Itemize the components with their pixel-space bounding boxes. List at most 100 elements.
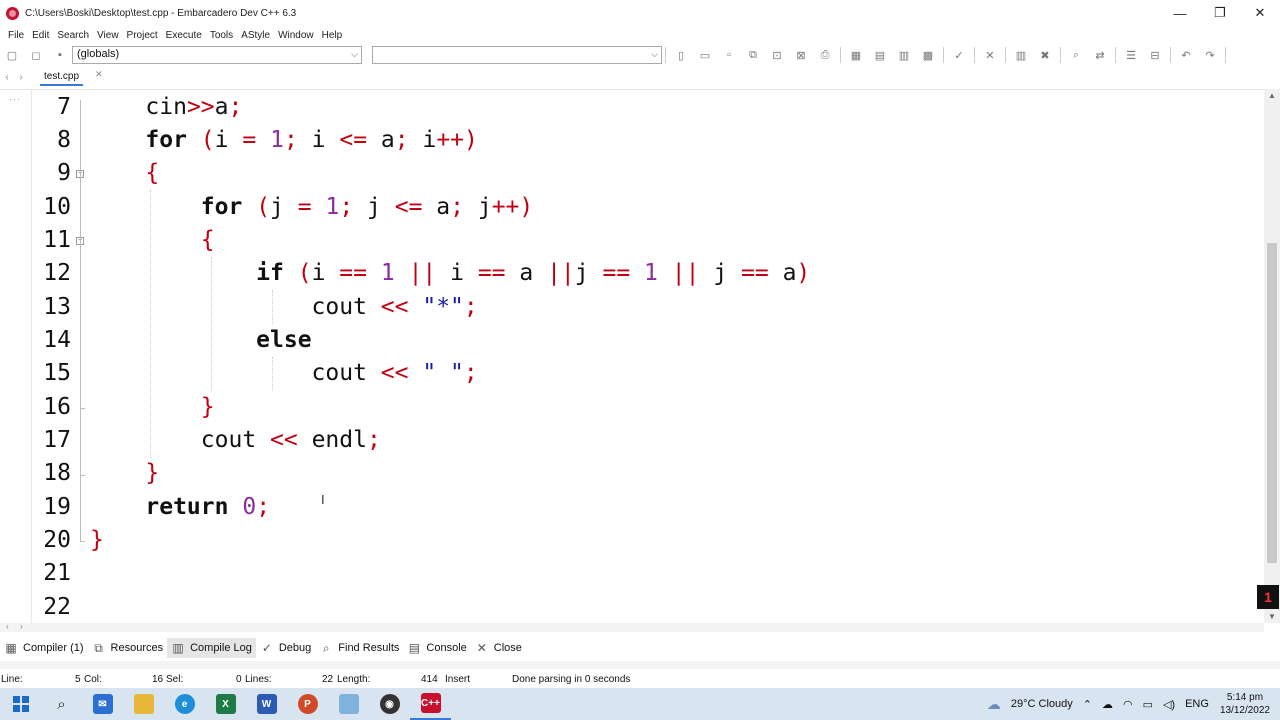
minimize-button[interactable]: — <box>1160 0 1200 26</box>
indent-icon[interactable]: ☰ <box>1123 47 1139 63</box>
project-options-icon[interactable]: ▩ <box>920 47 936 63</box>
tab-debug[interactable]: ✓ Debug <box>256 638 315 658</box>
save-all-icon[interactable]: ⧉ <box>745 47 761 63</box>
start-button[interactable] <box>0 688 41 720</box>
excel-icon: X <box>215 694 236 714</box>
tab-close-icon[interactable]: ✕ <box>95 69 103 80</box>
menu-project[interactable]: Project <box>123 30 162 41</box>
taskbar-chrome[interactable]: ◉ <box>369 688 410 720</box>
stop-icon[interactable]: ✕ <box>982 47 998 63</box>
powerpoint-icon: P <box>297 694 318 714</box>
chrome-icon: ◉ <box>379 694 400 714</box>
scrollbar-thumb[interactable] <box>1267 243 1277 563</box>
tab-compiler[interactable]: ▦ Compiler (1) <box>0 638 88 658</box>
close-all-icon[interactable]: ⊠ <box>793 47 809 63</box>
tab-label: Debug <box>278 642 312 654</box>
delete-profile-icon[interactable]: ✖ <box>1037 47 1053 63</box>
windows-logo-icon <box>12 696 29 712</box>
scope-combo[interactable]: (globals) ⌵ <box>72 46 362 64</box>
dots-icon: ··· <box>9 94 21 104</box>
window-title: C:\Users\Boski\Desktop\test.cpp - Embarc… <box>25 7 297 19</box>
taskbar-excel[interactable]: X <box>205 688 246 720</box>
folder-icon <box>133 694 154 714</box>
taskbar-search[interactable]: ⌕ <box>41 688 82 720</box>
bookmark-toggle-icon[interactable]: ▪ <box>52 47 68 63</box>
taskbar-devcpp[interactable]: C++ <box>410 688 451 720</box>
volume-icon[interactable]: ◁) <box>1163 698 1175 711</box>
restore-button[interactable]: ❐ <box>1200 0 1240 26</box>
status-sel-label: Sel: <box>166 674 184 685</box>
menu-tools[interactable]: Tools <box>206 30 237 41</box>
menu-file[interactable]: File <box>4 30 28 41</box>
tab-compile-log[interactable]: ▥ Compile Log <box>167 638 256 658</box>
menu-help[interactable]: Help <box>318 30 347 41</box>
code-line: if (i == 1 || i == a ||j == 1 || j == a) <box>256 260 811 286</box>
toolbar-separator <box>665 47 666 63</box>
taskbar-notepad[interactable] <box>328 688 369 720</box>
wifi-icon[interactable]: ◠ <box>1123 698 1133 711</box>
menu-view[interactable]: View <box>93 30 123 41</box>
function-combo[interactable]: ⌵ <box>372 46 662 64</box>
new-project-grid-icon[interactable]: ▦ <box>848 47 864 63</box>
tab-find-results[interactable]: ⌕ Find Results <box>315 638 403 658</box>
menu-execute[interactable]: Execute <box>162 30 206 41</box>
clock[interactable]: 5:14 pm 13/12/2022 <box>1220 691 1270 717</box>
onedrive-icon[interactable]: ☁ <box>1102 698 1113 711</box>
vertical-scrollbar[interactable]: ▲ ▼ <box>1264 89 1280 623</box>
status-bar: Line: 5 Col: 16 Sel: 0 Lines: 22 Length:… <box>0 672 1280 688</box>
close-file-icon[interactable]: ⊡ <box>769 47 785 63</box>
edge-icon: e <box>174 694 195 714</box>
status-message: Done parsing in 0 seconds <box>512 674 631 685</box>
word-icon: W <box>256 694 277 714</box>
chevron-up-icon[interactable]: ⌃ <box>1083 698 1092 711</box>
new-project-icon[interactable]: ▢ <box>4 47 20 63</box>
menu-search[interactable]: Search <box>53 30 93 41</box>
redo-icon[interactable]: ↷ <box>1202 47 1218 63</box>
tab-console[interactable]: ▤ Console <box>403 638 470 658</box>
menu-astyle[interactable]: AStyle <box>237 30 274 41</box>
taskbar-edge[interactable]: e <box>164 688 205 720</box>
chevron-right-icon[interactable]: › <box>14 72 28 83</box>
save-icon[interactable]: ▫ <box>721 47 737 63</box>
chart-icon[interactable]: ▥ <box>1013 47 1029 63</box>
open-folder-icon[interactable]: ▭ <box>697 47 713 63</box>
code-line: return 0; <box>145 494 271 520</box>
bookmark-icon[interactable]: ◻ <box>28 47 44 63</box>
battery-icon[interactable]: ▭ <box>1143 698 1153 711</box>
language-indicator[interactable]: ENG <box>1185 698 1209 710</box>
code-editor[interactable]: ··· 7 8 9 10 11 12 13 14 15 16 17 18 19 … <box>0 89 1264 623</box>
tab-resources[interactable]: ⧉ Resources <box>88 638 168 658</box>
chevron-left-icon[interactable]: ‹ <box>0 72 14 83</box>
scroll-left-icon[interactable]: ‹ <box>6 622 9 631</box>
menu-window[interactable]: Window <box>274 30 318 41</box>
check-syntax-icon[interactable]: ✓ <box>951 47 967 63</box>
taskbar-powerpoint[interactable]: P <box>287 688 328 720</box>
taskbar-mail[interactable]: ✉ <box>82 688 123 720</box>
scroll-up-icon[interactable]: ▲ <box>1268 91 1276 100</box>
close-window-button[interactable]: ✕ <box>1240 0 1280 26</box>
fold-line <box>80 100 81 541</box>
toolbar-separator <box>1115 47 1116 63</box>
menu-edit[interactable]: Edit <box>28 30 53 41</box>
scroll-right-icon[interactable]: › <box>20 622 23 631</box>
undo-icon[interactable]: ↶ <box>1178 47 1194 63</box>
weather-text[interactable]: 29°C Cloudy <box>1011 698 1073 710</box>
print-icon[interactable]: ⎙ <box>817 47 833 63</box>
menu-bar: File Edit Search View Project Execute To… <box>0 27 346 43</box>
tab-close[interactable]: ✕ Close <box>471 638 526 658</box>
toolbar-separator <box>1170 47 1171 63</box>
class-browser-icon[interactable]: ▥ <box>896 47 912 63</box>
taskbar-explorer[interactable] <box>123 688 164 720</box>
horizontal-scrollbar[interactable]: ‹ › <box>0 622 1264 632</box>
panel-splitter[interactable] <box>0 661 1280 669</box>
search-icon[interactable]: ⌕ <box>1068 47 1084 63</box>
code-line: } <box>200 394 215 420</box>
window-icon[interactable]: ▤ <box>872 47 888 63</box>
unindent-icon[interactable]: ⊟ <box>1147 47 1163 63</box>
taskbar-word[interactable]: W <box>246 688 287 720</box>
devcpp-icon: C++ <box>420 693 441 713</box>
new-file-icon[interactable]: ▯ <box>673 47 689 63</box>
scroll-down-icon[interactable]: ▼ <box>1268 612 1276 621</box>
replace-icon[interactable]: ⇄ <box>1092 47 1108 63</box>
tab-test-cpp[interactable]: test.cpp <box>40 69 84 86</box>
